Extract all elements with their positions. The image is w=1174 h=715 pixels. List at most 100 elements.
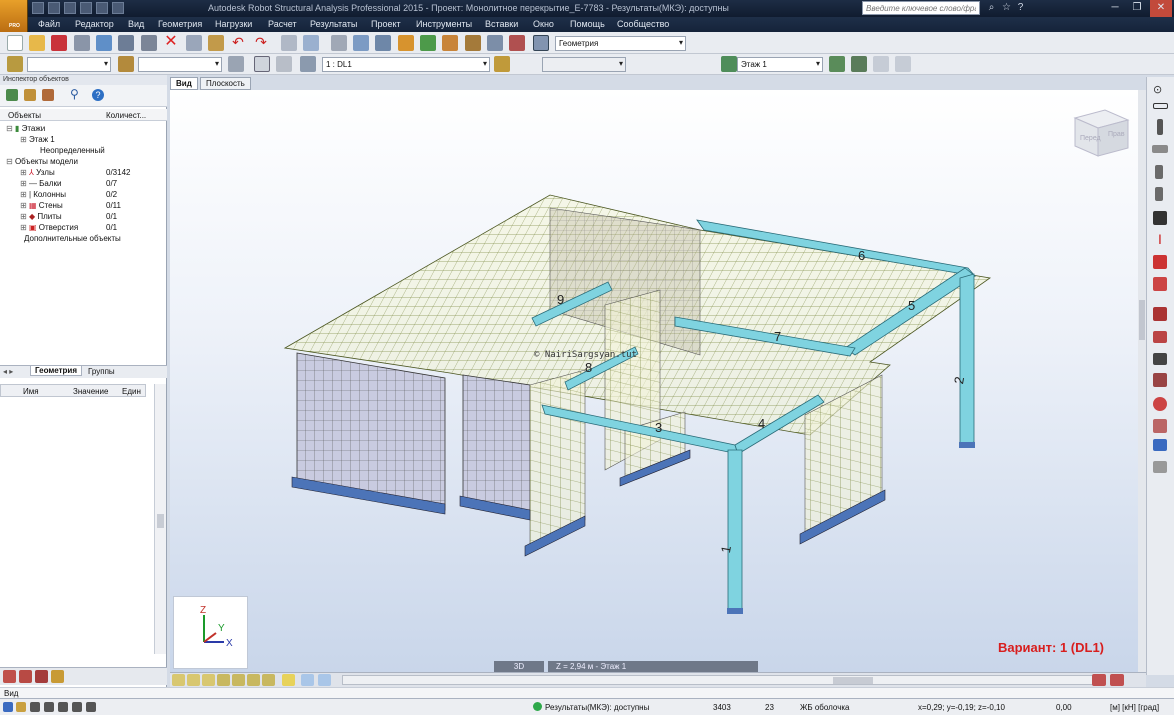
paste-icon[interactable]: [208, 35, 224, 51]
mesh-tool-icon[interactable]: [1153, 419, 1167, 433]
status-tool-1[interactable]: [3, 702, 13, 712]
storey-up-icon[interactable]: [829, 56, 845, 72]
table-icon[interactable]: [303, 35, 319, 51]
tree-item-slabs[interactable]: ⊞ ◆ Плиты: [20, 211, 62, 222]
filter-icon[interactable]: [276, 56, 292, 72]
column-1[interactable]: [727, 449, 743, 611]
status-tool-6[interactable]: [72, 702, 82, 712]
units-readout[interactable]: [м] [кН] [град]: [1110, 703, 1159, 712]
load-tool-icon[interactable]: [1153, 373, 1167, 387]
node-tool-icon[interactable]: ⊙: [1153, 83, 1168, 97]
status-tool-5[interactable]: [58, 702, 68, 712]
menu-analysis[interactable]: Расчет: [268, 19, 297, 29]
scroll-thumb[interactable]: [157, 514, 164, 528]
search-icon[interactable]: ⌕: [985, 2, 998, 15]
storey-down-icon[interactable]: [851, 56, 867, 72]
preview-icon[interactable]: [118, 35, 134, 51]
status-tool-2[interactable]: [16, 702, 26, 712]
col-value[interactable]: Значение: [73, 387, 108, 396]
search-input[interactable]: [862, 1, 980, 15]
storey-tool-icon[interactable]: [1153, 461, 1167, 473]
view-tool-9[interactable]: [301, 674, 314, 686]
delete-icon[interactable]: ✕: [163, 34, 179, 51]
grid-tool-icon[interactable]: [1153, 331, 1167, 343]
menu-tools[interactable]: Инструменты: [416, 19, 472, 29]
status-tool-7[interactable]: [86, 702, 96, 712]
slab-tool-icon[interactable]: [1152, 145, 1168, 153]
layout-icon[interactable]: [533, 35, 549, 51]
support-tool-icon[interactable]: [1153, 307, 1167, 321]
help-icon[interactable]: ?: [1014, 2, 1027, 15]
disabled-combo[interactable]: [542, 57, 626, 72]
app-logo[interactable]: PRO: [0, 0, 28, 34]
tree-item-beams[interactable]: ⊞ — Балки: [20, 178, 62, 189]
menu-view[interactable]: Вид: [128, 19, 144, 29]
view-tool-8[interactable]: [282, 674, 295, 686]
panel-tool-icon[interactable]: [1155, 187, 1163, 201]
view-cube[interactable]: Перед Прав: [1073, 109, 1130, 157]
prop-icon-3[interactable]: [35, 670, 48, 683]
offset-tool-icon[interactable]: [1153, 277, 1167, 291]
col-count[interactable]: Количест...: [106, 111, 146, 120]
copy-icon[interactable]: [186, 35, 202, 51]
tree-item-storeys[interactable]: ⊟ ▮ Этажи: [6, 123, 45, 134]
minimize-button[interactable]: ─: [1104, 0, 1126, 17]
load-case-combo[interactable]: 1 : DL1: [322, 57, 490, 72]
bar-selection-combo[interactable]: [138, 57, 222, 72]
help-icon[interactable]: ?: [92, 89, 104, 101]
save-icon[interactable]: [64, 2, 76, 14]
zoom-icon[interactable]: [353, 35, 369, 51]
view-tool-6[interactable]: [247, 674, 260, 686]
design-icon[interactable]: [442, 35, 458, 51]
new-icon[interactable]: [32, 2, 44, 14]
menu-edit[interactable]: Редактор: [75, 19, 114, 29]
maximize-button[interactable]: ❐: [1126, 0, 1148, 17]
open-project-icon[interactable]: [29, 35, 45, 51]
status-tool-4[interactable]: [44, 702, 54, 712]
section-tool-icon[interactable]: [1153, 211, 1167, 225]
load-icon[interactable]: [494, 56, 510, 72]
properties-scrollbar[interactable]: [154, 384, 166, 654]
view-tool-10[interactable]: [318, 674, 331, 686]
prop-icon-1[interactable]: [3, 670, 16, 683]
tab-plane[interactable]: Плоскость: [200, 77, 251, 90]
view-hscroll-thumb[interactable]: [833, 677, 873, 684]
tree-item-walls[interactable]: ⊞ ▦ Стены: [20, 200, 63, 211]
menu-window[interactable]: Окно: [533, 19, 554, 29]
view-tool-1[interactable]: [172, 674, 185, 686]
node-select-icon[interactable]: [7, 56, 23, 72]
tab-geometry[interactable]: Геометрия: [30, 366, 83, 376]
view-hscroll[interactable]: [342, 675, 1102, 685]
structure-icon[interactable]: [398, 35, 414, 51]
view-tool-12[interactable]: [1110, 674, 1124, 686]
node-selection-combo[interactable]: [27, 57, 111, 72]
rc-design-icon[interactable]: [465, 35, 481, 51]
layout-combo[interactable]: Геометрия: [555, 36, 686, 51]
view-tool-3[interactable]: [202, 674, 215, 686]
case-icon[interactable]: [300, 56, 316, 72]
tab-groups[interactable]: Группы: [88, 367, 115, 376]
tree-item-columns[interactable]: ⊞ | Колонны: [20, 189, 66, 200]
column-2[interactable]: [959, 273, 975, 447]
prop-icon-4[interactable]: [51, 670, 64, 683]
nav-3d[interactable]: 3D: [494, 661, 544, 672]
star-icon[interactable]: ☆: [1000, 2, 1013, 15]
tab-scroll-left-icon[interactable]: ◂ ▸: [3, 367, 13, 376]
display-icon[interactable]: [254, 56, 270, 72]
ibeam-tool-icon[interactable]: I: [1153, 232, 1167, 246]
book-icon[interactable]: [96, 35, 112, 51]
menu-project[interactable]: Проект: [371, 19, 401, 29]
view-tool-4[interactable]: [217, 674, 230, 686]
tools-icon[interactable]: [509, 35, 525, 51]
col-unit[interactable]: Един: [122, 387, 141, 396]
viewport-3d[interactable]: 1 2 3 4 5 6 7 8 9 © NairiSargsyan.tut Пе…: [170, 90, 1138, 672]
storey-icon[interactable]: [721, 56, 737, 72]
tree-item-openings[interactable]: ⊞ ▣ Отверстия: [20, 222, 78, 233]
prop-icon-2[interactable]: [19, 670, 32, 683]
tree-item-model-objects[interactable]: ⊟ Объекты модели: [6, 156, 78, 167]
redo-icon[interactable]: ↷: [253, 35, 269, 51]
release-tool-icon[interactable]: [1153, 255, 1167, 269]
filter-icon[interactable]: [24, 89, 36, 101]
tab-view[interactable]: Вид: [170, 77, 198, 90]
new-project-icon[interactable]: [7, 35, 23, 51]
